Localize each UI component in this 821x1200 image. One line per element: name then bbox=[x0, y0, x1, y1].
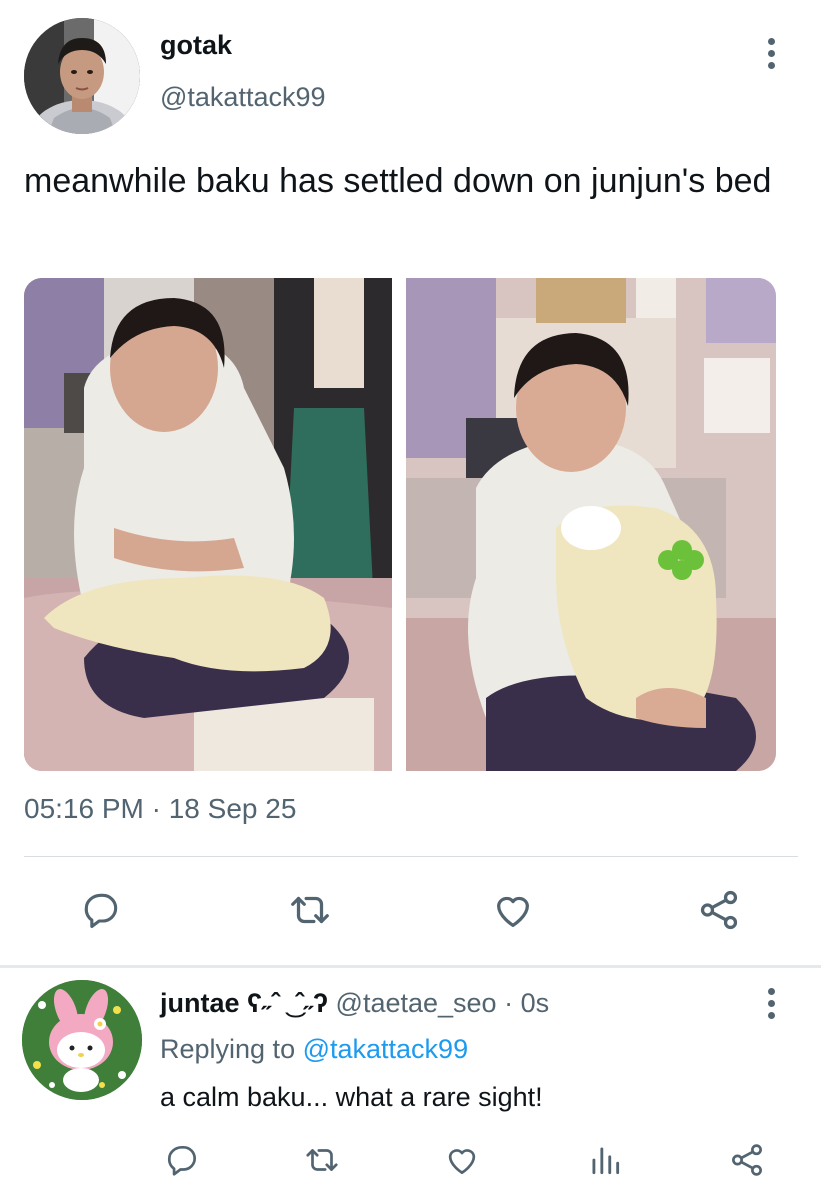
photo-boy-with-plush-and-clover-icon[interactable] bbox=[406, 278, 776, 771]
user-photo-avatar-icon bbox=[24, 18, 140, 134]
replying-to-link[interactable]: @takattack99 bbox=[303, 1034, 469, 1064]
tweet-timestamp[interactable]: 05:16 PM · 18 Sep 25 bbox=[24, 793, 296, 825]
reply-icon[interactable] bbox=[157, 1135, 207, 1185]
reply-author-avatar[interactable] bbox=[22, 980, 142, 1100]
reply-display-name[interactable]: juntae ʕ˶ˆ ͜ ˆ˶ʔ bbox=[160, 988, 328, 1018]
reply-text: a calm baku... what a rare sight! bbox=[160, 1082, 543, 1112]
reply-separator: · bbox=[496, 988, 521, 1018]
author-avatar[interactable] bbox=[24, 18, 140, 134]
tweet-media[interactable] bbox=[24, 278, 776, 771]
main-tweet: gotak @takattack99 meanwhile baku has se… bbox=[0, 0, 821, 965]
retweet-icon[interactable] bbox=[297, 1135, 347, 1185]
my-melody-avatar-icon bbox=[22, 980, 142, 1100]
reply-time[interactable]: 0s bbox=[521, 988, 550, 1018]
photo-boy-with-seal-plush-icon[interactable] bbox=[24, 278, 392, 771]
replying-prefix: Replying to bbox=[160, 1034, 303, 1064]
more-vertical-icon[interactable] bbox=[755, 38, 787, 78]
more-vertical-icon[interactable] bbox=[755, 988, 787, 1028]
reply-tweet[interactable]: juntae ʕ˶ˆ ͜ ˆ˶ʔ @taetae_seo · 0s Replyi… bbox=[0, 968, 821, 1200]
author-display-name[interactable]: gotak bbox=[160, 30, 232, 61]
analytics-icon[interactable] bbox=[580, 1135, 630, 1185]
reply-icon[interactable] bbox=[76, 885, 126, 935]
share-icon[interactable] bbox=[694, 885, 744, 935]
share-icon[interactable] bbox=[722, 1135, 772, 1185]
author-handle[interactable]: @takattack99 bbox=[160, 82, 326, 113]
retweet-icon[interactable] bbox=[285, 885, 335, 935]
reply-handle[interactable]: @taetae_seo bbox=[336, 988, 497, 1018]
replying-to: Replying to @takattack99 bbox=[160, 1034, 468, 1065]
like-icon[interactable] bbox=[437, 1135, 487, 1185]
like-icon[interactable] bbox=[488, 885, 538, 935]
tweet-text: meanwhile baku has settled down on junju… bbox=[24, 162, 772, 200]
reply-header: juntae ʕ˶ˆ ͜ ˆ˶ʔ @taetae_seo · 0s bbox=[160, 988, 549, 1019]
divider bbox=[24, 856, 798, 857]
